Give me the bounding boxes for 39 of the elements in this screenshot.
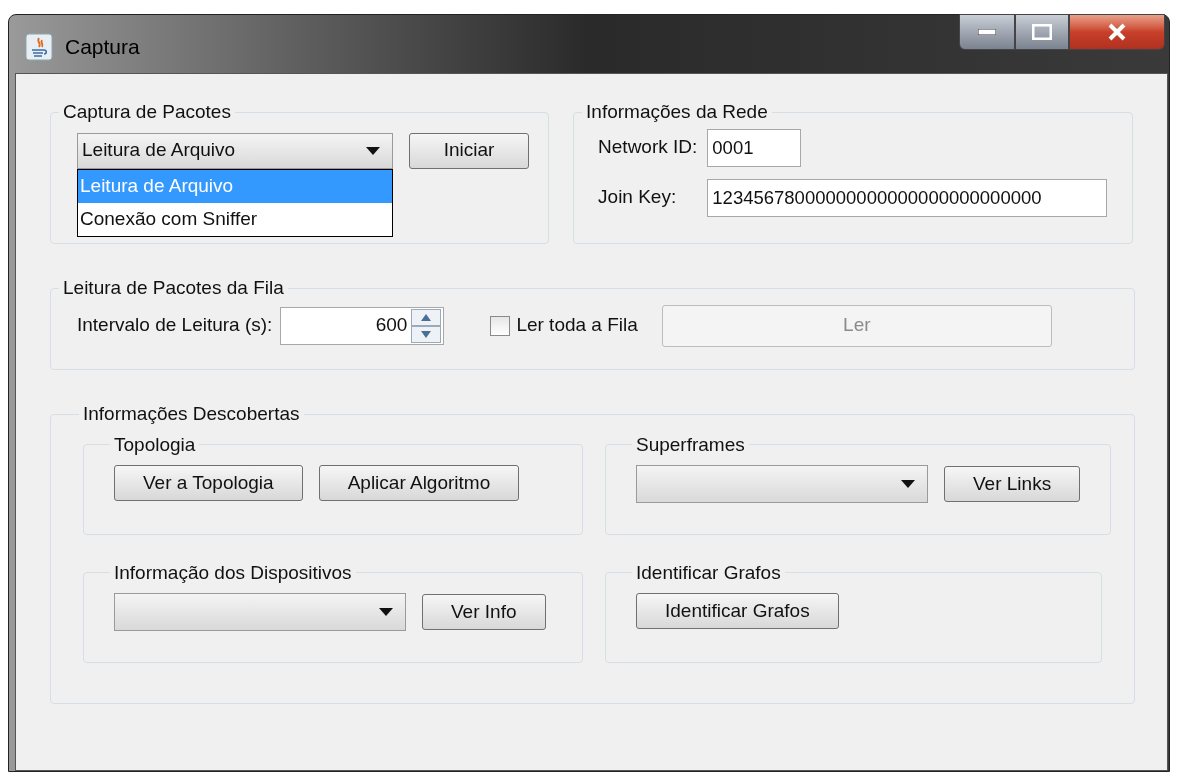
minimize-icon xyxy=(978,29,996,35)
text-field[interactable]: 12345678000000000000000000000000 xyxy=(707,178,1108,217)
text-field[interactable]: 0001 xyxy=(707,128,802,167)
caret-icon xyxy=(901,480,915,488)
spinner-arrows-icon[interactable] xyxy=(411,308,442,343)
dropdown-value: Leitura de Arquivo xyxy=(82,138,236,163)
dropdown-field[interactable] xyxy=(114,593,406,631)
caret-icon xyxy=(366,146,380,155)
push-button[interactable]: Iniciar xyxy=(409,132,529,169)
checkbox-label: Ler toda a Fila xyxy=(516,313,638,338)
group-title: Informações Descobertas xyxy=(82,402,301,426)
caret-icon xyxy=(379,608,393,616)
group-title: Identificar Grafos xyxy=(635,560,782,585)
push-button[interactable]: Aplicar Algoritmo xyxy=(318,465,520,501)
dropdown-option[interactable]: Conexão com Sniffer xyxy=(78,202,392,236)
push-button[interactable]: Ver Info xyxy=(422,594,546,630)
dropdown-field[interactable] xyxy=(636,465,928,503)
spinner-field[interactable]: 600 xyxy=(280,306,445,345)
close-icon xyxy=(1107,23,1127,41)
maximize-icon xyxy=(1032,24,1052,40)
maximize-button[interactable] xyxy=(1015,14,1069,50)
checkbox[interactable] xyxy=(490,315,511,336)
group-title: Informações da Rede xyxy=(585,100,769,124)
group-title: Superframes xyxy=(635,432,746,457)
minimize-button[interactable] xyxy=(959,14,1015,50)
push-button[interactable]: Ver a Topologia xyxy=(114,465,303,501)
dropdown-field[interactable]: Leitura de Arquivo xyxy=(77,132,393,169)
push-button[interactable]: Identificar Grafos xyxy=(636,593,839,629)
field-label: Network ID: xyxy=(598,135,698,160)
group-title: Informação dos Dispositivos xyxy=(113,560,353,585)
push-button[interactable]: Ver Links xyxy=(944,466,1081,502)
group-title: Topologia xyxy=(113,432,197,457)
close-button[interactable] xyxy=(1069,14,1165,50)
group-title: Captura de Pacotes xyxy=(62,100,232,124)
spinner-value: 600 xyxy=(375,313,409,338)
field-label: Join Key: xyxy=(598,185,678,210)
field-label: Intervalo de Leitura (s): xyxy=(77,313,273,338)
group-title: Leitura de Pacotes da Fila xyxy=(62,276,285,300)
window-title: Captura xyxy=(65,34,140,60)
